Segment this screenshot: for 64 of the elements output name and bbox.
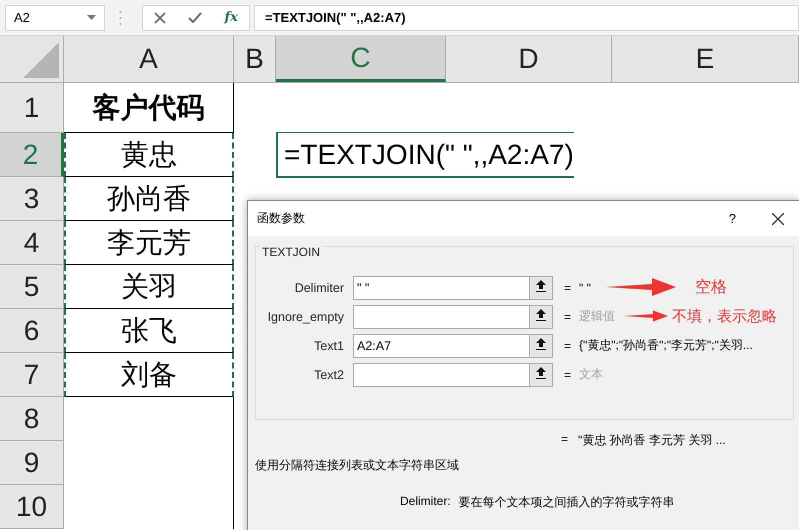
column-header[interactable]: E [612,36,799,82]
argument-label: Text2 [313,368,344,382]
table-cell-text: 李元芳 [107,226,191,260]
equals-sign: = [561,432,568,448]
row-header[interactable]: 2 [0,133,64,177]
row-header[interactable]: 10 [0,485,64,529]
formula-result: "黄忠 孙尚香 李元芳 关羽 ... [578,432,726,449]
dropdown-icon [87,15,96,20]
argument-field[interactable]: A2:A7 [353,334,529,358]
name-box[interactable]: A2 [5,4,105,30]
annotation-text: 不填，表示忽略 [672,307,777,326]
argument-label: Text1 [313,338,344,352]
equals-sign: = [564,280,572,294]
upload-arrow-icon [536,308,546,320]
row-header[interactable]: 6 [0,309,64,353]
table-cell-text: 孙尚香 [107,182,191,216]
row-header[interactable]: 4 [0,221,64,265]
table-cell-text: 关羽 [121,270,177,304]
insert-function-button[interactable]: fx [224,10,238,25]
row-header[interactable]: 5 [0,265,64,309]
row-header[interactable]: 8 [0,397,64,441]
argument-label: Delimiter [294,280,344,294]
row-header[interactable]: 3 [0,177,64,221]
function-name: TEXTJOIN [260,245,322,259]
help-button[interactable]: ? [728,211,736,226]
cancel-icon[interactable] [154,12,166,24]
formula-field[interactable]: =TEXTJOIN(" ",,A2:A7) [254,4,799,30]
column-header[interactable]: C [276,36,446,82]
column-header[interactable]: A [64,36,234,82]
argument-name: Delimiter: [400,494,451,510]
dialog-title: 函数参数 [257,210,305,227]
grip-icon [119,10,122,26]
collapse-button[interactable] [529,276,553,300]
collapse-button[interactable] [529,304,553,328]
collapse-button[interactable] [529,362,553,386]
table-cell-text: 黄忠 [121,138,177,172]
table-cell-text: 张飞 [121,314,177,348]
column-header[interactable]: D [446,36,612,82]
check-icon[interactable] [188,12,202,23]
annotation-text: 空格 [695,278,727,298]
argument-description: 要在每个文本项之间插入的字符或字符串 [458,494,675,511]
table-cell-text: 客户代码 [92,90,204,124]
equals-sign: = [564,368,572,382]
argument-result: " " [579,280,591,294]
upload-arrow-icon [536,366,546,378]
argument-result: 逻辑值 [579,308,616,325]
equals-sign: = [564,338,572,352]
argument-result: {"黄忠";"孙尚香";"李元芳";"关羽... [579,337,753,354]
argument-result: 文本 [579,366,604,383]
close-icon[interactable] [772,212,784,224]
cell-editor[interactable]: =TEXTJOIN(" ",,A2:A7) [276,132,574,178]
collapse-button[interactable] [529,334,553,358]
argument-field[interactable]: " " [353,276,529,300]
upload-arrow-icon [536,280,546,292]
argument-field[interactable] [353,304,529,328]
equals-sign: = [564,310,572,324]
row-header[interactable]: 1 [0,83,64,133]
row-header[interactable]: 9 [0,441,64,485]
table-cell-text: 刘备 [121,358,177,392]
upload-arrow-icon [536,338,546,350]
function-description: 使用分隔符连接列表或文本字符串区域 [255,457,460,474]
row-header[interactable]: 7 [0,353,64,397]
argument-label: Ignore_empty [266,310,344,324]
argument-field[interactable] [353,362,529,386]
